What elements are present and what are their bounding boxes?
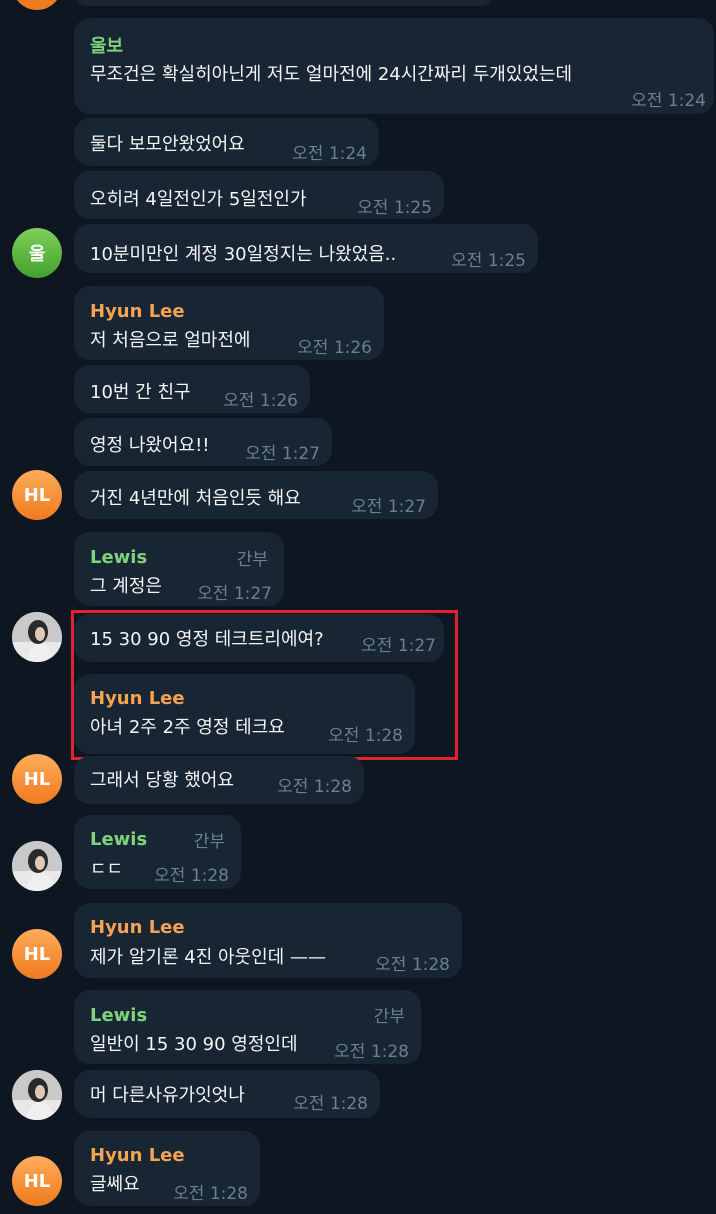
message-text: 무조건은 확실히아닌게 저도 얼마전에 24시간짜리 두개있었는데 bbox=[90, 64, 573, 85]
sender-name[interactable]: Hyun Lee bbox=[90, 917, 185, 938]
message-bubble: 10분미만인 계정 30일정지는 나왔었음.. 오전 1:25 bbox=[74, 224, 538, 273]
message-bubble: Lewis 간부 일반이 15 30 90 영정인데 오전 1:28 bbox=[74, 990, 421, 1064]
message-time: 오전 1:27 bbox=[197, 584, 272, 604]
message-text: 일반이 15 30 90 영정인데 bbox=[90, 1034, 298, 1055]
avatar[interactable] bbox=[12, 1070, 62, 1120]
message-time: 오전 1:26 bbox=[223, 391, 298, 411]
message-text: 그 계정은 bbox=[90, 576, 162, 597]
sender-name[interactable]: Lewis bbox=[90, 1005, 147, 1026]
message-time: 오전 1:28 bbox=[293, 1094, 368, 1114]
message-time: 오전 1:24 bbox=[631, 91, 706, 111]
message-text: 10번 간 친구 bbox=[90, 382, 191, 403]
profile-photo-icon bbox=[12, 1070, 62, 1120]
message-bubble: Hyun Lee 제가 알기론 4진 아웃인데 —— 오전 1:28 bbox=[74, 903, 462, 978]
message-bubble: 오히려 4일전인가 5일전인가 오전 1:25 bbox=[74, 171, 444, 219]
message-time: 오전 1:28 bbox=[154, 866, 229, 886]
message-time: 오전 1:28 bbox=[277, 777, 352, 797]
message-bubble: Lewis 간부 ㄷㄷ 오전 1:28 bbox=[74, 815, 241, 889]
message-text: 오히려 4일전인가 5일전인가 bbox=[90, 189, 307, 210]
sender-name[interactable]: 울보 bbox=[90, 32, 123, 58]
message-time: 오전 1:28 bbox=[173, 1184, 248, 1204]
message-bubble: 10번 간 친구 오전 1:26 bbox=[74, 365, 310, 413]
avatar[interactable] bbox=[12, 841, 62, 891]
message-bubble: 그래서 당황 했어요 오전 1:28 bbox=[74, 756, 364, 804]
avatar[interactable]: HL bbox=[12, 470, 62, 520]
sender-name[interactable]: Lewis bbox=[90, 547, 147, 568]
message-time: 오전 1:28 bbox=[334, 1042, 409, 1062]
message-time: 오전 1:28 bbox=[375, 955, 450, 975]
sender-name[interactable]: Hyun Lee bbox=[90, 301, 185, 322]
avatar-partial[interactable] bbox=[12, 0, 62, 10]
message-text: 둘다 보모안왔었어요 bbox=[90, 134, 245, 155]
message-text: 저 처음으로 얼마전에 bbox=[90, 330, 251, 351]
message-time: 오전 1:27 bbox=[351, 497, 426, 517]
highlight-box bbox=[71, 610, 458, 760]
message-bubble: 영정 나왔어요!! 오전 1:27 bbox=[74, 418, 332, 466]
message-text: 거진 4년만에 처음인듯 해요 bbox=[90, 488, 301, 509]
role-badge: 간부 bbox=[193, 832, 225, 852]
message-time: 오전 1:24 bbox=[292, 144, 367, 164]
message-bubble: 둘다 보모안왔었어요 오전 1:24 bbox=[74, 118, 379, 166]
message-text: 머 다른사유가잇엇나 bbox=[90, 1085, 245, 1106]
profile-photo-icon bbox=[12, 612, 62, 662]
message-bubble: Hyun Lee 저 처음으로 얼마전에 오전 1:26 bbox=[74, 286, 384, 360]
message-text: 영정 나왔어요!! bbox=[90, 435, 210, 456]
sender-name[interactable]: Hyun Lee bbox=[90, 1145, 185, 1166]
sender-name[interactable]: Lewis bbox=[90, 829, 147, 850]
message-text: ㄷㄷ bbox=[90, 859, 124, 880]
message-time: 오전 1:25 bbox=[451, 251, 526, 271]
avatar[interactable]: HL bbox=[12, 754, 62, 804]
role-badge: 간부 bbox=[373, 1007, 405, 1027]
message-time: 오전 1:27 bbox=[245, 444, 320, 464]
avatar[interactable]: HL bbox=[12, 1156, 62, 1206]
message-bubble-partial bbox=[74, 0, 494, 6]
message-bubble: 울보 무조건은 확실히아닌게 저도 얼마전에 24시간짜리 두개있었는데 오전 … bbox=[74, 18, 714, 114]
avatar[interactable]: 울 bbox=[12, 228, 62, 278]
profile-photo-icon bbox=[12, 841, 62, 891]
message-time: 오전 1:25 bbox=[357, 198, 432, 218]
message-time: 오전 1:26 bbox=[297, 338, 372, 358]
message-bubble: Hyun Lee 글쎄요 오전 1:28 bbox=[74, 1131, 260, 1206]
message-text: 그래서 당황 했어요 bbox=[90, 770, 234, 791]
role-badge: 간부 bbox=[236, 550, 268, 570]
message-text: 제가 알기론 4진 아웃인데 —— bbox=[90, 947, 326, 968]
message-bubble: 거진 4년만에 처음인듯 해요 오전 1:27 bbox=[74, 471, 438, 519]
message-bubble: Lewis 간부 그 계정은 오전 1:27 bbox=[74, 532, 284, 606]
message-text: 10분미만인 계정 30일정지는 나왔었음.. bbox=[90, 244, 397, 265]
message-text: 글쎄요 bbox=[90, 1174, 140, 1195]
avatar[interactable]: HL bbox=[12, 929, 62, 979]
avatar[interactable] bbox=[12, 612, 62, 662]
message-bubble: 머 다른사유가잇엇나 오전 1:28 bbox=[74, 1070, 380, 1118]
